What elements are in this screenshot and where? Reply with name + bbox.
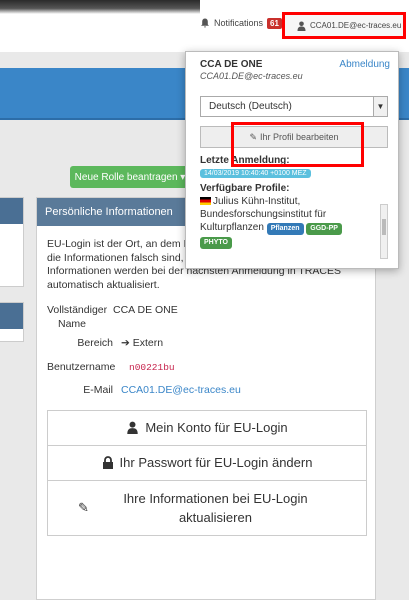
top-bar-shadow	[0, 0, 200, 14]
change-password-button[interactable]: Ihr Passwort für EU-Login ändern	[47, 444, 367, 481]
user-menu-button[interactable]: CCA01.DE@ec-traces.eu	[282, 12, 406, 39]
area-value-wrap: ➔ Extern	[121, 337, 163, 351]
highlight-box	[231, 122, 364, 167]
popup-user-name: CCA DE ONE	[200, 59, 263, 70]
area-label: Bereich	[77, 337, 113, 349]
bell-icon	[201, 18, 209, 28]
profile-list-item[interactable]: Julius Kühn-Institut, Bundesforschungsin…	[200, 195, 378, 249]
eu-login-account-label: Mein Konto für EU-Login	[145, 419, 288, 435]
user-icon	[297, 21, 306, 31]
scrollbar-thumb[interactable]	[382, 219, 386, 235]
german-flag-icon	[200, 197, 211, 206]
pencil-icon: ✎	[78, 500, 89, 515]
chevron-down-icon: ▼	[373, 97, 387, 116]
left-panel-stub-header	[0, 303, 23, 329]
notifications-label: Notifications	[214, 18, 264, 28]
sign-in-icon: ➔	[121, 337, 130, 349]
notifications-button[interactable]: Notifications 61	[200, 12, 282, 34]
profile-tag: PHYTO	[200, 237, 232, 249]
logout-link[interactable]: Abmeldung	[339, 59, 390, 70]
username-value: n00221bu	[129, 361, 175, 373]
profile-list-scrollbar[interactable]	[380, 204, 388, 259]
left-panel-stub	[0, 302, 24, 342]
eu-login-account-button[interactable]: Mein Konto für EU-Login	[47, 409, 367, 446]
full-name-label: Vollständiger Name	[47, 304, 108, 330]
popup-user-email: CCA01.DE@ec-traces.eu	[200, 71, 303, 81]
update-info-button[interactable]: ✎ Ihre Informationen bei EU-Login aktual…	[47, 479, 367, 536]
last-login-badge: 14/03/2019 10:40:40 +0100 MEZ	[200, 169, 311, 178]
profiles-label: Verfügbare Profile:	[200, 183, 290, 194]
left-panel-stub-header	[0, 198, 23, 224]
language-select-value: Deutsch (Deutsch)	[209, 101, 292, 112]
user-icon	[127, 421, 139, 434]
lock-icon	[102, 456, 113, 469]
profile-tag: GGD-PP	[306, 223, 342, 235]
profile-tag: Pflanzen	[266, 223, 304, 235]
change-password-label: Ihr Passwort für EU-Login ändern	[119, 454, 313, 470]
email-link[interactable]: CCA01.DE@ec-traces.eu	[121, 384, 241, 398]
left-panel-stub	[0, 197, 24, 287]
user-menu-label: CCA01.DE@ec-traces.eu	[310, 21, 402, 30]
request-new-role-button[interactable]: Neue Rolle beantragen ▾	[70, 166, 190, 188]
notifications-count-badge: 61	[267, 17, 282, 29]
language-select[interactable]: Deutsch (Deutsch) ▼	[200, 96, 388, 117]
username-label: Benutzername	[47, 360, 116, 373]
user-dropdown-menu: CCA DE ONE CCA01.DE@ec-traces.eu Abmeldu…	[185, 51, 399, 269]
update-info-label: Ihre Informationen bei EU-Login aktualis…	[123, 490, 308, 525]
top-bar: Notifications 61 CCA01.DE@ec-traces.eu	[0, 0, 409, 52]
full-name-value: CCA DE ONE	[113, 304, 178, 316]
area-value: Extern	[132, 337, 164, 349]
email-label: E-Mail	[83, 384, 113, 396]
